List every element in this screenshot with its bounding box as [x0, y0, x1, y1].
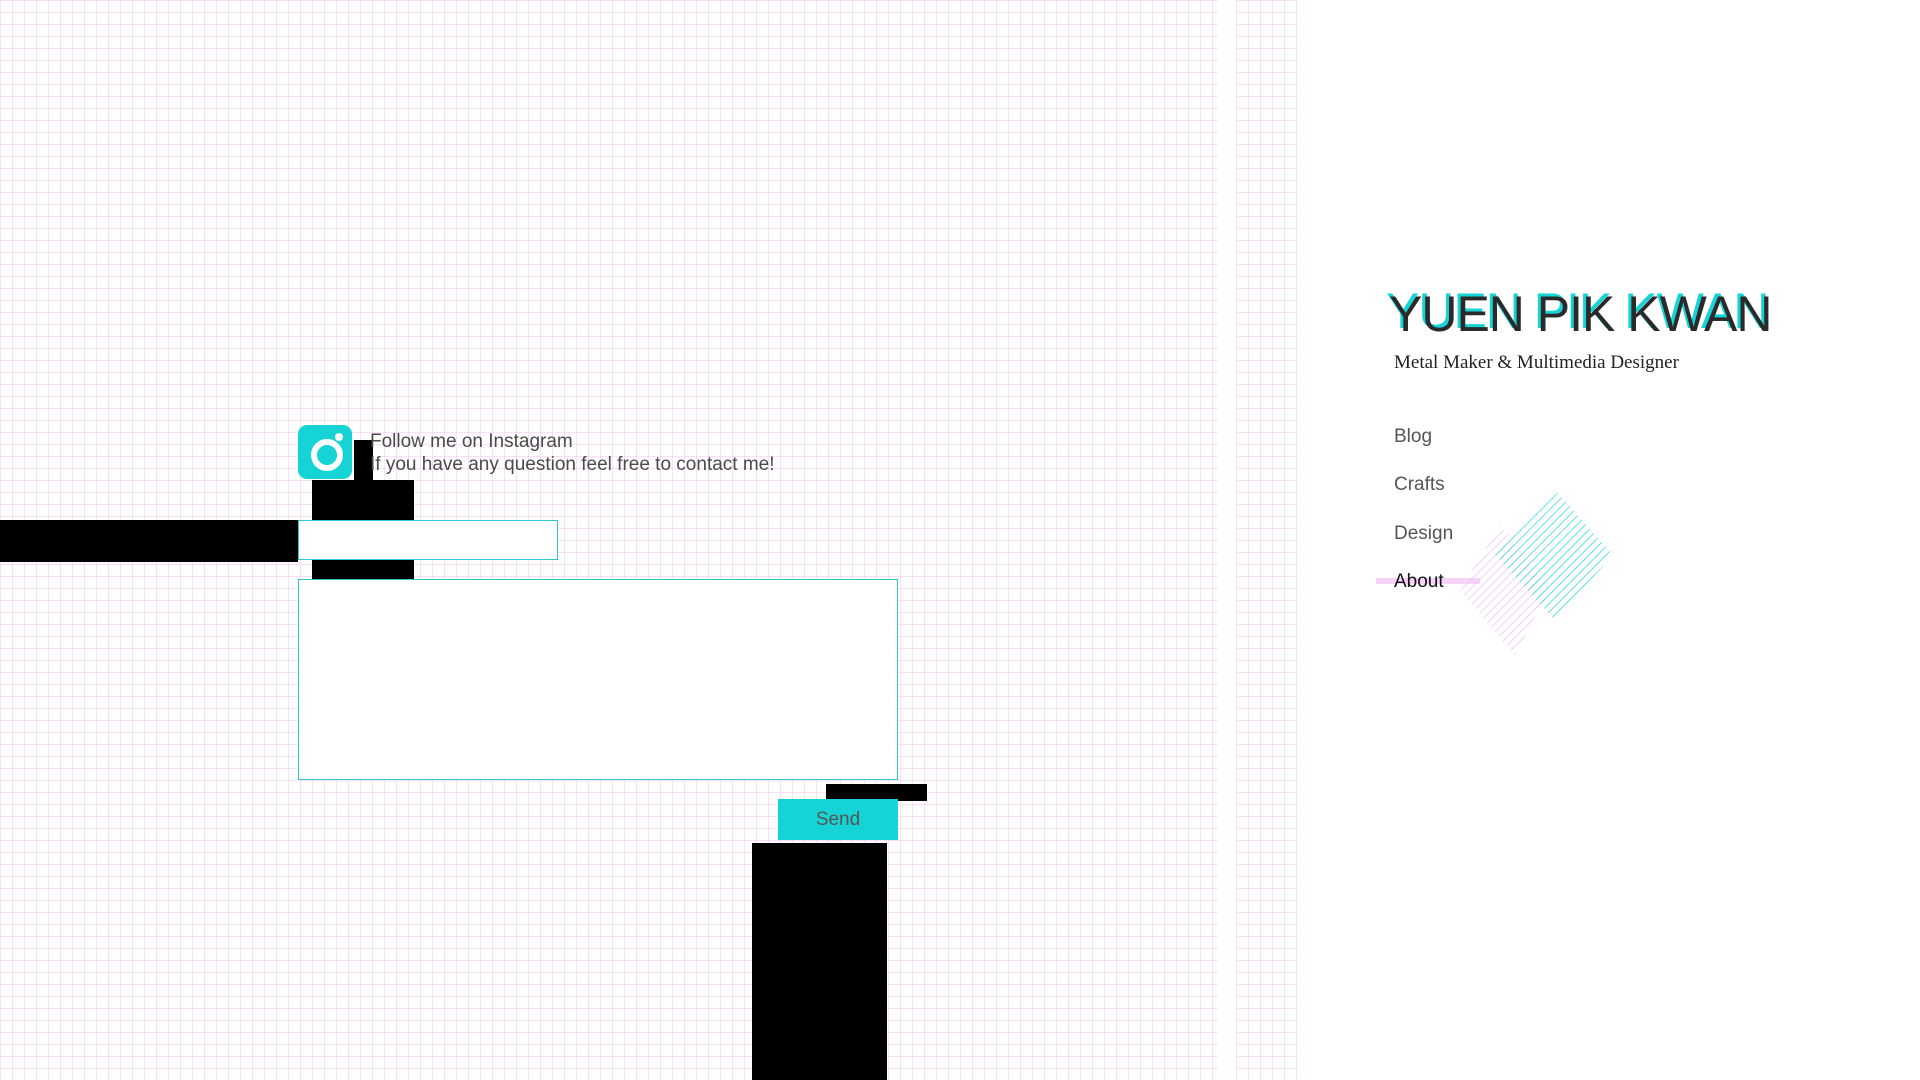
site-subtitle: Metal Maker & Multimedia Designer	[1394, 352, 1679, 373]
column-divider	[1218, 0, 1236, 1080]
black-block-bottom	[752, 843, 887, 1080]
hatched-diamond-decoration	[1460, 490, 1613, 655]
message-textarea[interactable]	[298, 579, 898, 780]
contact-text-block: Follow me on Instagram If you have any q…	[370, 430, 775, 476]
contact-prompt-text: If you have any question feel free to co…	[370, 454, 775, 475]
instagram-icon[interactable]	[298, 425, 352, 479]
nav-item-crafts[interactable]: Crafts	[1394, 474, 1445, 496]
nav-item-design[interactable]: Design	[1394, 523, 1453, 545]
camera-flash-icon	[335, 433, 343, 441]
nav-item-blog[interactable]: Blog	[1394, 426, 1432, 448]
send-button[interactable]: Send	[778, 799, 898, 840]
site-title: YUEN PIK KWAN	[1389, 286, 1772, 342]
black-block-left-bar	[0, 520, 298, 562]
camera-lens-icon	[311, 439, 343, 471]
name-input[interactable]	[298, 520, 558, 560]
follow-instagram-text[interactable]: Follow me on Instagram	[370, 430, 775, 453]
nav-item-about[interactable]: About	[1394, 571, 1444, 593]
